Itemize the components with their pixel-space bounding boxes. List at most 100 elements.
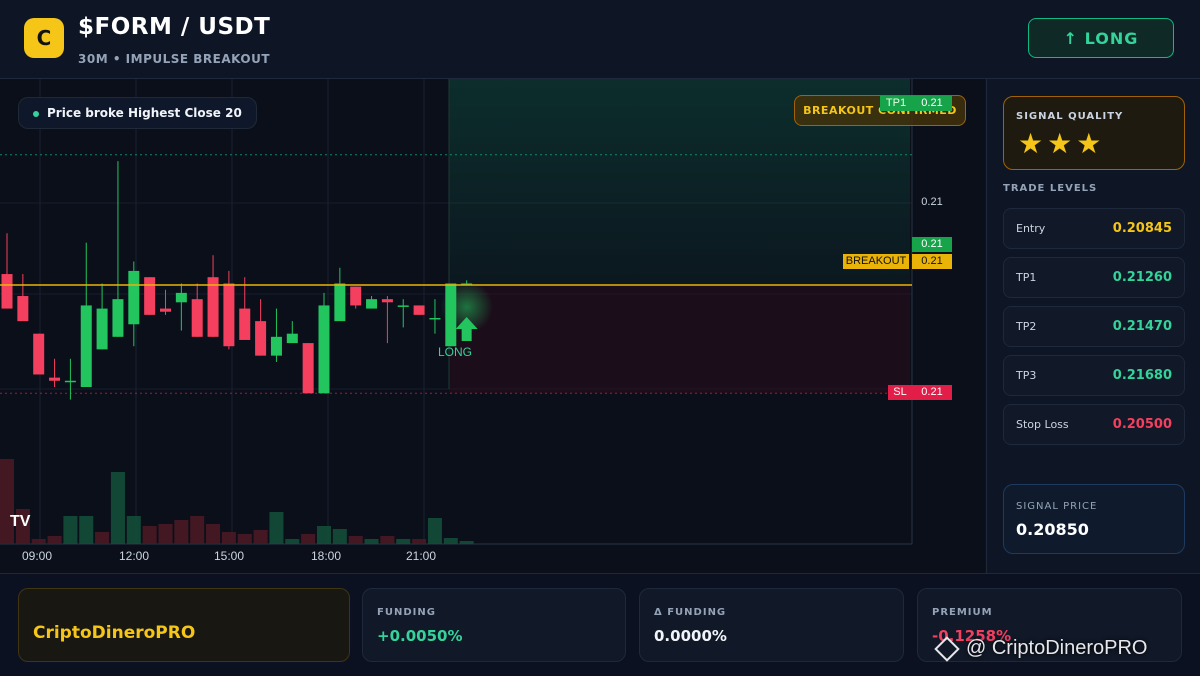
volume-bar [206, 524, 221, 544]
app-logo: C [24, 18, 64, 58]
volume-bar [95, 532, 110, 544]
candle-body [112, 299, 124, 337]
current-price-tag: 0.21 [912, 237, 952, 252]
volume-bar [443, 538, 458, 544]
pair-subtitle: 30M • IMPULSE BREAKOUT [78, 52, 271, 66]
volume-bar [174, 520, 189, 544]
level-entry: Entry 0.20845 [1003, 208, 1185, 249]
volume-bar [301, 534, 316, 544]
signal-quality-card: SIGNAL QUALITY ★★★ [1003, 96, 1185, 170]
level-stop-loss: Stop Loss 0.20500 [1003, 404, 1185, 445]
candle-body [175, 292, 187, 303]
candle-body [239, 308, 251, 340]
volume-bar [380, 536, 395, 544]
candle-body [397, 305, 409, 307]
candle-body [191, 299, 203, 337]
volume-bar [110, 472, 125, 544]
candle-body [302, 343, 314, 394]
tradingview-logo[interactable]: TV [10, 513, 30, 531]
axis-price-label: 0.21 [921, 196, 943, 208]
volume-bar [158, 524, 173, 544]
volume-bar [364, 539, 379, 544]
sl-tag: SL [888, 385, 912, 400]
signal-price-card: SIGNAL PRICE 0.20850 [1003, 484, 1185, 554]
volume-bar [47, 536, 62, 544]
candle-body [96, 308, 108, 350]
volume-bar [459, 541, 474, 544]
volume-bar [253, 530, 268, 544]
candle-body [64, 380, 76, 383]
x-tick-label: 21:00 [406, 549, 437, 563]
volume-bars [0, 459, 474, 544]
candle-body [160, 308, 171, 312]
breakout-value-tag: 0.21 [912, 254, 952, 269]
delta-funding-value: 0.0000% [654, 627, 727, 645]
status-dot [33, 111, 39, 117]
funding-card: FUNDING +0.0050% [362, 588, 626, 662]
tp1-value-tag: 0.21 [912, 96, 952, 111]
level-label: Entry [1016, 222, 1046, 235]
brand-card[interactable]: CriptoDineroPRO [18, 588, 350, 662]
level-tp1: TP1 0.21260 [1003, 257, 1185, 298]
breakout-badge-text: Price broke Highest Close 20 [47, 106, 242, 120]
sl-value-tag: 0.21 [912, 385, 952, 400]
candle-body [270, 336, 282, 356]
level-label: TP3 [1016, 369, 1037, 382]
volume-bar [142, 526, 157, 544]
volume-bar [190, 516, 205, 544]
candle-body [223, 283, 235, 347]
candles [1, 161, 473, 400]
volume-bar [348, 536, 363, 544]
x-tick-label: 18:00 [311, 549, 342, 563]
candle-body [334, 283, 346, 322]
volume-bar [317, 526, 331, 544]
level-value: 0.20500 [1112, 417, 1172, 432]
chart-canvas[interactable] [0, 79, 985, 573]
level-tp2: TP2 0.21470 [1003, 306, 1185, 347]
candle-body [207, 277, 219, 337]
premium-label: PREMIUM [932, 607, 993, 618]
candle-body [366, 299, 378, 309]
volume-bar [63, 516, 78, 544]
volume-bar [0, 459, 14, 544]
signal-price-value: 0.20850 [1016, 520, 1089, 539]
breakout-level-tag: BREAKOUT [843, 254, 909, 269]
candle-body [17, 296, 29, 322]
volume-bar [285, 539, 300, 544]
candle-body [255, 321, 267, 356]
volume-bar [237, 534, 252, 544]
level-label: Stop Loss [1016, 418, 1069, 431]
price-chart[interactable]: Price broke Highest Close 20 BREAKOUT CO… [0, 79, 985, 573]
delta-funding-label: Δ FUNDING [654, 607, 727, 618]
candle-body [318, 305, 330, 394]
binance-icon [934, 635, 960, 662]
tp1-tag: TP1 [880, 96, 912, 111]
watermark-text: @ CriptoDineroPRO [966, 637, 1148, 659]
volume-bar [427, 518, 442, 544]
level-tp3: TP3 0.21680 [1003, 355, 1185, 396]
footer: CriptoDineroPRO FUNDING +0.0050% Δ FUNDI… [0, 573, 1200, 676]
volume-bar [221, 532, 236, 544]
level-value: 0.21680 [1112, 368, 1172, 383]
stop-loss-zone [449, 285, 910, 394]
watermark: @ CriptoDineroPRO [934, 635, 1148, 662]
volume-bar [332, 529, 347, 544]
candle-body [128, 270, 140, 325]
candle-body [33, 333, 45, 375]
candle-body [429, 317, 441, 320]
x-tick-label: 12:00 [119, 549, 150, 563]
delta-funding-card: Δ FUNDING 0.0000% [639, 588, 904, 662]
breakout-badge: Price broke Highest Close 20 [18, 97, 257, 129]
long-signal-button[interactable]: ↑ LONG [1028, 18, 1174, 58]
volume-bar [412, 539, 427, 544]
candle-body [49, 377, 61, 381]
candle-body [80, 305, 92, 388]
trade-levels-title: TRADE LEVELS [1003, 183, 1098, 194]
level-label: TP2 [1016, 320, 1037, 333]
pair-title: $FORM / USDT [78, 14, 271, 40]
volume-bar [396, 539, 411, 544]
signal-quality-title: SIGNAL QUALITY [1016, 111, 1124, 122]
volume-bar [31, 539, 46, 544]
volume-bar [269, 512, 284, 544]
x-tick-label: 15:00 [214, 549, 245, 563]
